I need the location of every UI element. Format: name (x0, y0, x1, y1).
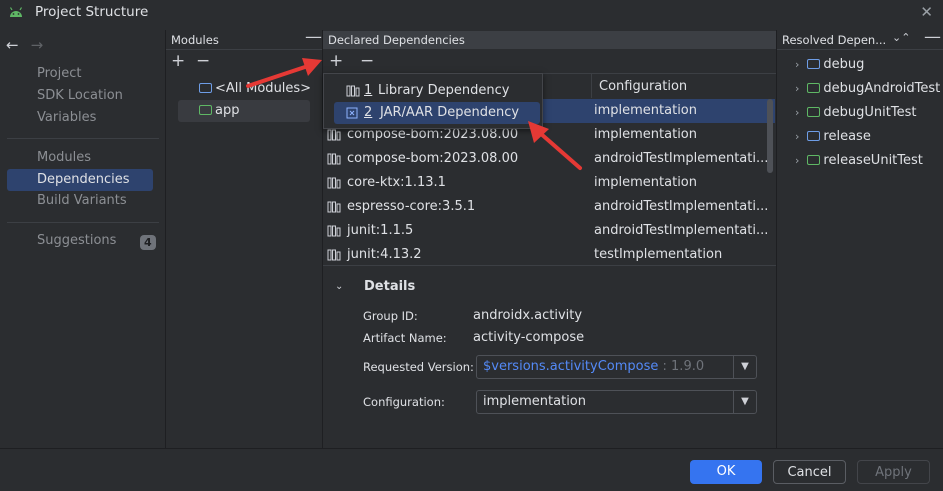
annotation-arrow (246, 58, 322, 88)
annotation-arrow (528, 121, 582, 170)
annotation-arrows (246, 58, 582, 170)
